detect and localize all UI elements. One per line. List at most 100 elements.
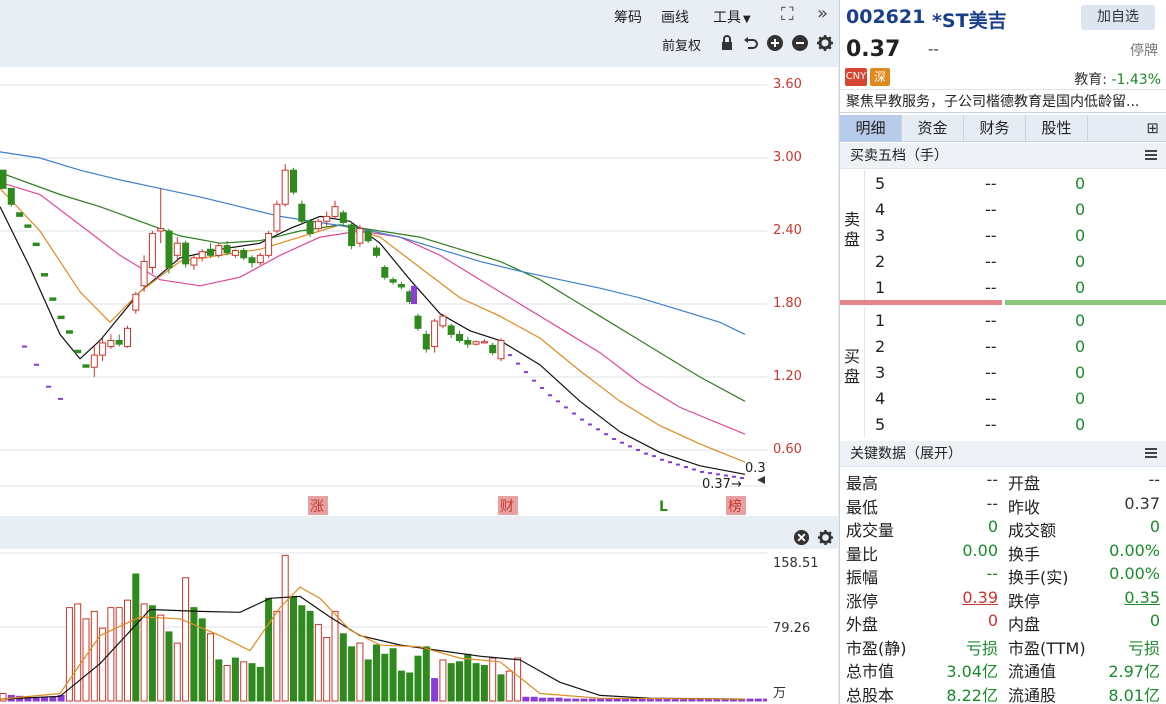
candle-body — [190, 257, 198, 266]
keydata-value: -- — [986, 564, 998, 583]
volume-settings-gear-icon[interactable] — [817, 529, 834, 546]
keydata-item: 市盈(TTM) 亏损 — [1008, 634, 1160, 658]
keydata-value: 0 — [1149, 517, 1160, 536]
buy-side-label: 买盘 — [840, 307, 865, 437]
volume-bar — [331, 610, 339, 702]
candle-body — [348, 224, 356, 247]
orderbook-row[interactable]: 1 -- 0 — [865, 308, 1166, 334]
draw-line-button[interactable]: 画线 — [661, 7, 689, 27]
candle-body — [182, 242, 190, 265]
collapse-panel-icon[interactable]: » — [817, 3, 828, 24]
company-description[interactable]: 聚焦早教服务，子公司楷德教育是国内低龄留... — [840, 89, 1166, 113]
keydata-value: 亏损 — [965, 638, 998, 658]
price-axis: 3.60 3.00 2.40 1.80 1.20 0.60 — [767, 67, 838, 516]
candle-body — [290, 169, 297, 193]
orderbook-volume: 0 — [1075, 363, 1086, 382]
moving-average-line — [0, 172, 746, 402]
settings-gear-icon[interactable] — [816, 34, 834, 52]
orderbook-menu-icon[interactable] — [1145, 150, 1157, 160]
orderbook-row[interactable]: 4 -- 0 — [865, 386, 1166, 412]
candle-body — [140, 260, 148, 287]
tab-stock-character[interactable]: 股性 — [1026, 115, 1088, 142]
zoom-out-icon[interactable] — [791, 34, 809, 52]
volume-bar — [414, 655, 422, 702]
candle-body — [306, 220, 314, 234]
close-icon[interactable] — [793, 529, 810, 546]
keydata-label: 成交量 — [846, 521, 895, 540]
keydata-label: 流通值 — [1008, 662, 1057, 681]
orderbook-volume: 0 — [1075, 337, 1086, 356]
candle-body — [24, 224, 32, 228]
volume-bar — [622, 698, 629, 702]
volume-bar — [680, 698, 688, 702]
candle-body — [32, 242, 40, 247]
stock-name: *ST美吉 — [932, 10, 1007, 32]
volume-bar — [555, 697, 563, 702]
keydata-menu-icon[interactable] — [1145, 448, 1157, 458]
orderbook-row[interactable]: 4 -- 0 — [865, 197, 1166, 223]
stock-code: 002621 — [846, 6, 926, 28]
keydata-value: 8.01亿 — [1108, 685, 1160, 704]
keydata-value: 8.22亿 — [946, 685, 998, 704]
keydata-header[interactable]: 关键数据（展开） — [840, 441, 1166, 467]
volume-panel-header — [0, 526, 838, 549]
candle-body — [456, 333, 463, 341]
caret-down-icon: ▼ — [743, 14, 751, 25]
keydata-label: 振幅 — [846, 568, 879, 587]
tools-menu-button[interactable]: 工具 ▼ — [713, 7, 751, 27]
volume-bar — [74, 603, 82, 702]
candle-body — [497, 340, 505, 360]
add-to-watchlist-button[interactable]: 加自选 — [1081, 5, 1155, 30]
orderbook-price: -- — [985, 278, 997, 297]
adjust-mode-button[interactable]: 前复权 — [662, 35, 701, 54]
orderbook-row[interactable]: 2 -- 0 — [865, 334, 1166, 360]
keydata-value: 0.35 — [1124, 587, 1160, 607]
candlestick-chart[interactable]: 0.37-0.390.37→ 涨 财 L 榜 — [0, 67, 808, 516]
orderbook-row[interactable]: 3 -- 0 — [865, 223, 1166, 249]
keydata-label: 市盈(静) — [846, 638, 907, 658]
candle-body — [57, 315, 65, 320]
orderbook-row[interactable]: 3 -- 0 — [865, 360, 1166, 386]
volume-bar — [522, 696, 530, 702]
volume-axis: 158.51 79.26 万 — [767, 549, 838, 704]
volume-bar — [314, 623, 322, 702]
orderbook-row[interactable]: 2 -- 0 — [865, 249, 1166, 275]
candlestick-panel[interactable]: 0.37-0.390.37→ 涨 财 L 榜 — [0, 67, 808, 516]
volume-chart[interactable] — [0, 549, 771, 704]
volume-bar — [265, 597, 273, 702]
sell-side-label: 卖盘 — [840, 170, 865, 300]
tab-detail[interactable]: 明细 — [840, 115, 902, 142]
price-axis-label: 2.40 — [773, 223, 802, 238]
chips-button[interactable]: 筹码 — [614, 7, 642, 27]
volume-bar — [190, 607, 198, 702]
fullscreen-icon[interactable]: ⛶ — [781, 4, 794, 25]
zoom-in-icon[interactable] — [766, 34, 784, 52]
panel-layout-icon[interactable]: ⊞ — [1146, 119, 1159, 137]
keydata-label: 总市值 — [846, 662, 895, 681]
keydata-value: 0.00 — [962, 540, 998, 560]
volume-bar — [505, 670, 513, 702]
undo-icon[interactable] — [742, 34, 760, 52]
volume-panel[interactable] — [0, 549, 771, 704]
sector-change[interactable]: 教育: -1.43% — [1074, 69, 1161, 89]
orderbook-row[interactable]: 5 -- 0 — [865, 171, 1166, 197]
keydata-item: 内盘 0 — [1008, 610, 1160, 634]
lock-icon[interactable] — [718, 34, 736, 52]
orderbook-volume: 0 — [1075, 174, 1086, 193]
candle-body — [115, 340, 123, 345]
tab-capital[interactable]: 资金 — [902, 115, 964, 142]
volume-bar — [514, 657, 522, 702]
volume-bar — [132, 573, 140, 702]
keydata-label: 市盈(TTM) — [1008, 638, 1086, 658]
orderbook-row[interactable]: 1 -- 0 — [865, 275, 1166, 301]
keydata-item: 最低 -- — [846, 493, 998, 517]
volume-bar — [124, 599, 131, 702]
current-price-arrow-label: 0.37→ — [702, 477, 742, 492]
volume-bar — [431, 678, 439, 702]
trading-status: 停牌 — [1130, 43, 1158, 59]
volume-bar — [754, 698, 762, 702]
candle-body — [331, 206, 339, 217]
candle-body — [431, 320, 439, 348]
tab-finance[interactable]: 财务 — [964, 115, 1026, 142]
orderbook-row[interactable]: 5 -- 0 — [865, 412, 1166, 438]
